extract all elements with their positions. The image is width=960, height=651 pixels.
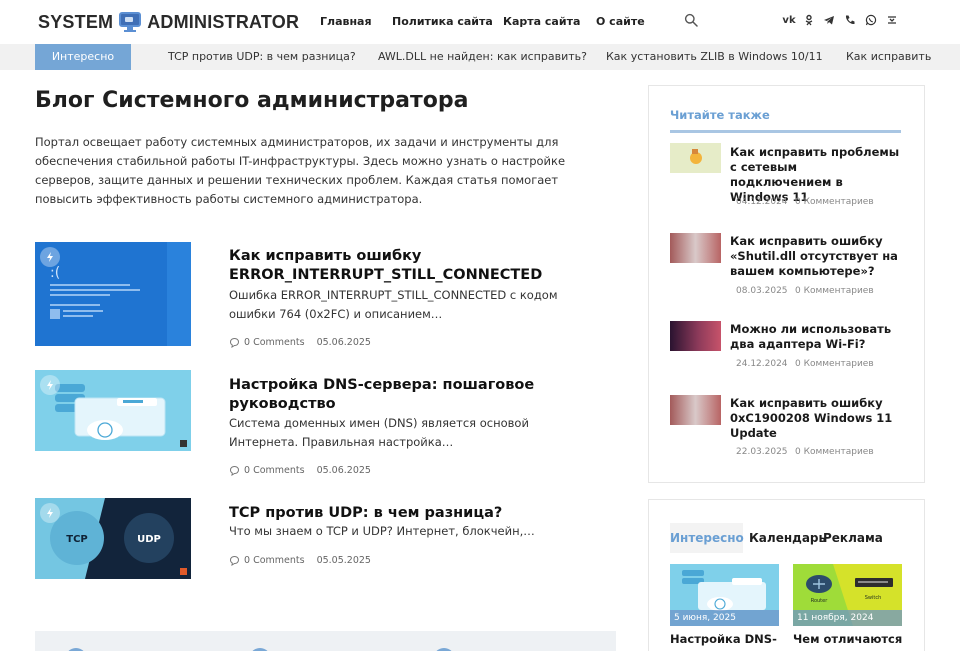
article-comments[interactable]: 0 Комментариев (795, 447, 874, 457)
article-link[interactable]: Как исправить ошибку 0xC1900208 Windows … (730, 396, 900, 441)
news-ticker: Интересно TCP против UDP: в чем разница?… (0, 44, 960, 70)
article-comments[interactable]: 0 Комментариев (795, 197, 874, 207)
post-title[interactable]: Как исправить ошибку ERROR_INTERRUPT_STI… (229, 247, 549, 285)
page-title: Блог Системного администратора (35, 88, 469, 113)
post-date: 05.05.2025 (316, 555, 371, 566)
tab-ads[interactable]: Реклама (823, 523, 883, 553)
intro-text: Портал освещает работу системных админис… (35, 135, 566, 206)
comment-count[interactable]: 0 Comments (244, 555, 305, 566)
post-excerpt: Ошибка ERROR_INTERRUPT_STILL_CONNECTED с… (229, 288, 558, 321)
telegram-icon[interactable] (823, 14, 835, 26)
article-date: 24.12.2024 (736, 359, 788, 369)
post-thumbnail[interactable]: TCP UDP (35, 498, 191, 579)
lightning-icon (40, 503, 60, 523)
post-meta: 0 Comments 05.06.2025 (229, 465, 371, 476)
post-thumbnail[interactable]: :( (35, 242, 191, 346)
card-thumbnail[interactable]: Router Switch 11 ноября, 2024 (793, 564, 902, 626)
comment-icon (229, 555, 240, 566)
comment-icon (229, 465, 240, 476)
search-icon[interactable] (684, 13, 698, 27)
article-date: 08.03.2025 (736, 286, 788, 296)
article-thumbnail[interactable] (670, 395, 721, 425)
nav-home[interactable]: Главная (320, 15, 372, 28)
ticker-item[interactable]: Как установить ZLIB в Windows 10/11 (606, 50, 823, 63)
card-title[interactable]: Чем отличаются (793, 632, 902, 646)
article-link[interactable]: Можно ли использовать два адаптера Wi-Fi… (730, 322, 900, 352)
post-excerpt: Что мы знаем о TCP и UDP? Интернет, блок… (229, 524, 535, 538)
article-thumbnail[interactable] (670, 143, 721, 173)
article-link[interactable]: Как исправить проблемы с сетевым подключ… (730, 145, 900, 205)
switch-label: Switch (865, 595, 882, 601)
heading-underline (670, 130, 901, 133)
comment-icon (229, 337, 240, 348)
widget-heading: Читайте также (670, 108, 770, 122)
card-thumbnail[interactable]: 5 июня, 2025 (670, 564, 779, 626)
nav-policy[interactable]: Политика сайта (392, 15, 493, 28)
post-excerpt: Система доменных имен (DNS) является осн… (229, 416, 529, 449)
article-date: 22.03.2025 (736, 447, 788, 457)
post-thumbnail[interactable] (35, 370, 191, 451)
ticker-badge: Интересно (35, 44, 131, 70)
post-date: 05.06.2025 (316, 337, 371, 348)
ticker-item[interactable]: TCP против UDP: в чем разница? (168, 50, 356, 63)
article-comments[interactable]: 0 Комментариев (795, 359, 874, 369)
post-title[interactable]: Настройка DNS-сервера: пошаговое руковод… (229, 376, 549, 414)
post-meta: 0 Comments 05.05.2025 (229, 555, 371, 566)
article-link[interactable]: Как исправить ошибку «Shutil.dll отсутст… (730, 234, 900, 279)
mail-icon[interactable] (886, 14, 898, 26)
card-date: 11 ноября, 2024 (793, 610, 902, 626)
site-logo[interactable]: SYSTEM ADMINISTRATOR (38, 10, 299, 34)
post-meta: 0 Comments 05.06.2025 (229, 337, 371, 348)
article-thumbnail[interactable] (670, 321, 721, 351)
nav-sitemap[interactable]: Карта сайта (503, 15, 580, 28)
tab-interesting[interactable]: Интересно (670, 523, 744, 553)
whatsapp-icon[interactable] (865, 14, 877, 26)
logo-text-left: SYSTEM (38, 11, 114, 32)
article-date: 04.12.2024 (736, 197, 788, 207)
card-title[interactable]: Настройка DNS- (670, 632, 777, 646)
bottom-strip (35, 631, 616, 651)
lightning-icon (40, 247, 60, 267)
site-header: SYSTEM ADMINISTRATOR Главная Политика са… (0, 0, 960, 44)
ticker-item[interactable]: Как исправить (846, 50, 931, 63)
router-label: Router (811, 598, 829, 604)
svg-text::(: :( (50, 265, 60, 281)
comment-count[interactable]: 0 Comments (244, 337, 305, 348)
udp-label: UDP (137, 534, 161, 545)
card-date: 5 июня, 2025 (670, 610, 779, 626)
logo-text-right: ADMINISTRATOR (147, 11, 300, 32)
post-title[interactable]: TCP против UDP: в чем разница? (229, 504, 549, 523)
monitor-logo-icon (119, 12, 142, 32)
article-thumbnail[interactable] (670, 233, 721, 263)
ok-icon[interactable] (803, 14, 815, 26)
vk-icon[interactable]: vk (782, 14, 795, 26)
ticker-item[interactable]: AWL.DLL не найден: как исправить? (378, 50, 587, 63)
lightning-icon (40, 375, 60, 395)
article-comments[interactable]: 0 Комментариев (795, 286, 874, 296)
comment-count[interactable]: 0 Comments (244, 465, 305, 476)
tcp-label: TCP (66, 534, 88, 545)
phone-icon[interactable] (844, 14, 856, 26)
nav-about[interactable]: О сайте (596, 15, 645, 28)
post-date: 05.06.2025 (316, 465, 371, 476)
tab-calendar[interactable]: Календарь (749, 523, 826, 553)
